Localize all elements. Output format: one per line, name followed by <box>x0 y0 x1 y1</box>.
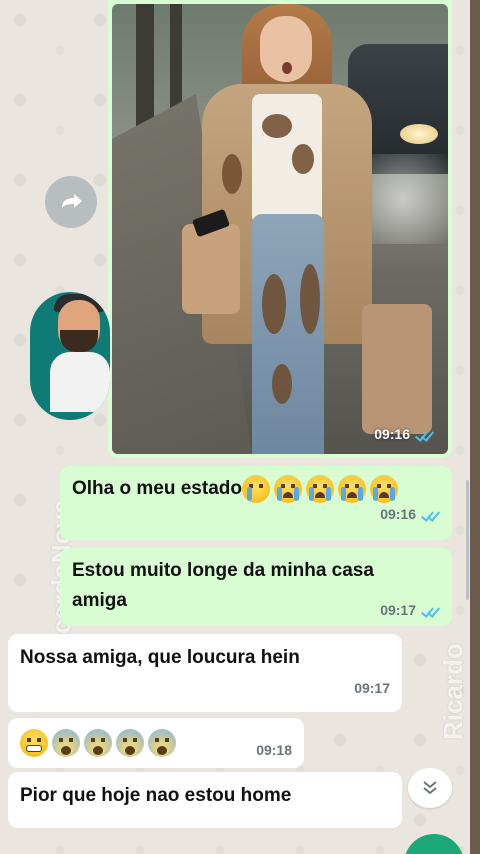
emoji-group <box>241 474 398 503</box>
message-text: Olha o meu estado <box>72 474 440 504</box>
loudly-crying-face-emoji <box>305 474 334 503</box>
scrollbar[interactable] <box>466 480 469 600</box>
forward-icon <box>62 194 82 208</box>
image-message-time: 09:16 <box>374 426 410 442</box>
message-text: Estou muito longe da minha casa amiga <box>72 560 374 611</box>
grimacing-face-emoji <box>20 729 48 757</box>
message-meta: 09:16 <box>72 506 440 522</box>
double-check-icon <box>422 605 440 615</box>
message-text: Pior que hoje nao estou home <box>20 785 292 806</box>
double-check-icon <box>422 509 440 519</box>
image-message-meta: 09:16 <box>374 426 434 442</box>
watermark-avatar <box>30 292 110 420</box>
outgoing-message[interactable]: Estou muito longe da minha casa amiga 09… <box>60 548 452 626</box>
screaming-face-emoji <box>148 729 176 757</box>
incoming-message[interactable]: Nossa amiga, que loucura hein 09:17 <box>8 634 402 712</box>
loudly-crying-face-emoji <box>337 474 366 503</box>
screaming-face-emoji <box>84 729 112 757</box>
forward-button[interactable] <box>45 176 97 228</box>
message-text-content: Olha o meu estado <box>72 478 242 499</box>
loudly-crying-face-emoji <box>273 474 302 503</box>
image-message-bubble[interactable]: 09:16 <box>108 0 452 458</box>
scroll-down-button[interactable] <box>408 768 452 808</box>
incoming-message[interactable]: 09:18 <box>8 718 304 768</box>
message-meta: 09:17 <box>380 602 440 618</box>
incoming-message[interactable]: Pior que hoje nao estou home <box>8 772 402 828</box>
message-photo[interactable]: 09:16 <box>112 4 448 454</box>
photo-car-headlight <box>400 124 438 144</box>
double-check-icon <box>416 429 434 439</box>
outgoing-message[interactable]: Olha o meu estado 09:16 <box>60 466 452 540</box>
message-time: 09:18 <box>256 742 292 758</box>
crying-face-emoji <box>241 474 270 503</box>
screaming-face-emoji <box>116 729 144 757</box>
emoji-group <box>20 729 176 757</box>
screaming-face-emoji <box>52 729 80 757</box>
message-time: 09:16 <box>380 506 416 522</box>
loudly-crying-face-emoji <box>369 474 398 503</box>
chevron-double-down-icon <box>423 781 437 795</box>
window-edge <box>470 0 480 854</box>
message-text: Nossa amiga, que loucura hein <box>20 647 300 668</box>
message-time: 09:17 <box>354 680 390 696</box>
message-time: 09:17 <box>380 602 416 618</box>
photo-woman <box>182 4 432 454</box>
watermark-text-right: Ricardo <box>438 643 468 740</box>
